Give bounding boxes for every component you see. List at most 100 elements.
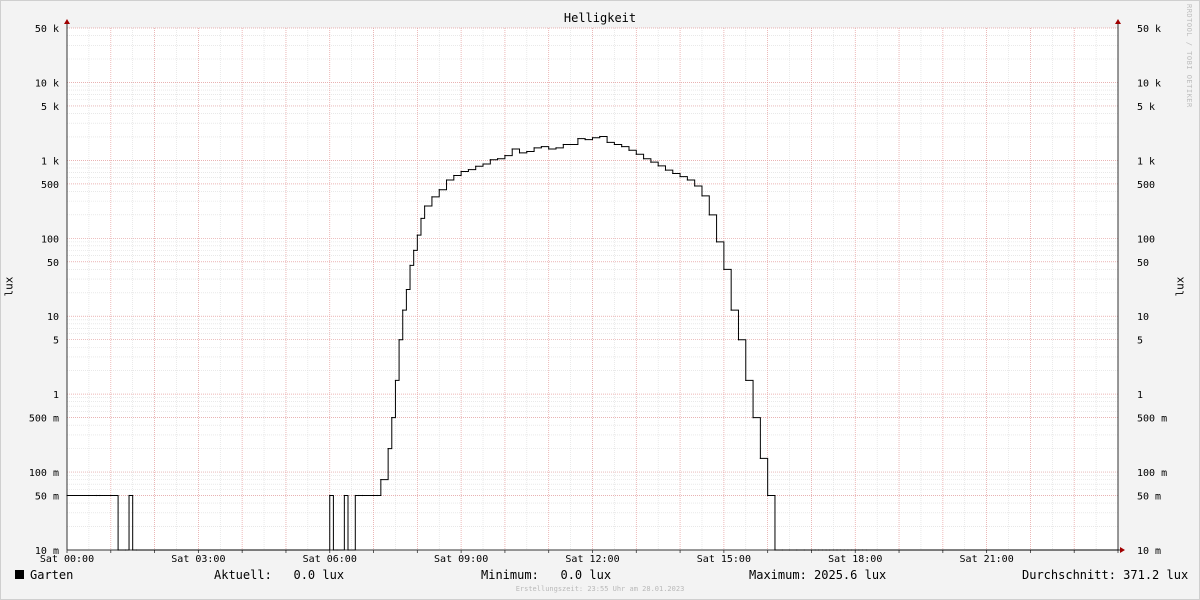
- data-point: [438, 189, 440, 191]
- data-point: [475, 165, 477, 167]
- data-point: [621, 146, 623, 148]
- x-tick-label: Sat 09:00: [434, 554, 488, 565]
- data-point: [380, 479, 382, 481]
- data-point: [591, 137, 594, 139]
- data-point: [511, 148, 513, 150]
- data-point: [398, 339, 400, 341]
- y-tick-label-right: 10: [1137, 312, 1149, 323]
- y-tick-label-right: 50 m: [1137, 492, 1161, 503]
- data-point: [854, 549, 856, 551]
- data-point: [825, 549, 827, 551]
- data-point: [577, 138, 579, 140]
- data-point: [343, 494, 345, 497]
- data-point: [394, 379, 397, 382]
- data-point: [413, 249, 415, 251]
- legend-aktuell: Aktuell: 0.0 lux: [214, 568, 345, 582]
- data-point: [416, 234, 418, 236]
- data-point: [686, 179, 688, 181]
- data-point: [135, 549, 137, 551]
- data-point: [737, 339, 740, 341]
- y-axis-label-right: lux: [1173, 276, 1187, 297]
- y-tick-label-left: 500 m: [29, 414, 59, 425]
- y-tick-label-left: 1 k: [41, 156, 59, 167]
- data-point: [431, 196, 433, 198]
- x-tick-label: Sat 00:00: [40, 554, 94, 565]
- data-point: [803, 549, 805, 551]
- y-tick-label-right: 500 m: [1137, 414, 1167, 425]
- data-point: [95, 494, 97, 497]
- data-point: [796, 549, 798, 551]
- data-point: [391, 417, 393, 419]
- x-axis-arrow: [1120, 547, 1125, 553]
- data-point: [821, 549, 824, 551]
- y-tick-label-left: 100: [41, 234, 59, 245]
- data-point: [540, 146, 543, 148]
- legend-maximum: Maximum: 2025.6 lux: [749, 568, 887, 582]
- watermark: RRDTOOL / TOBI OETIKER: [1185, 4, 1193, 108]
- data-point: [376, 494, 378, 497]
- y-tick-label-left: 5 k: [41, 102, 59, 113]
- data-point: [548, 148, 550, 150]
- y-tick-label-right: 10 k: [1137, 78, 1161, 89]
- data-point: [606, 141, 608, 144]
- legend-series-name: Garten: [30, 568, 74, 582]
- data-point: [66, 494, 68, 497]
- data-point: [832, 549, 834, 551]
- data-point: [781, 549, 783, 551]
- data-point: [851, 549, 853, 551]
- data-point: [354, 494, 356, 497]
- data-point: [424, 205, 426, 207]
- y-tick-label-right: 5 k: [1137, 102, 1155, 113]
- x-tick-label: Sat 21:00: [960, 554, 1014, 565]
- data-point: [861, 549, 864, 551]
- data-point: [460, 170, 462, 173]
- data-point: [117, 549, 119, 551]
- data-point: [526, 150, 528, 153]
- data-point: [847, 549, 849, 551]
- y-tick-label-right: 50: [1137, 258, 1149, 269]
- x-tick-label: Sat 18:00: [828, 554, 882, 565]
- data-point: [358, 494, 360, 497]
- data-point: [694, 185, 696, 187]
- data-point: [730, 309, 732, 311]
- data-point: [329, 494, 331, 497]
- y-tick-label-right: 5: [1137, 336, 1143, 347]
- data-point: [361, 494, 364, 497]
- y-tick-label-left: 50 k: [35, 24, 59, 35]
- data-point: [124, 549, 126, 551]
- x-tick-labels: Sat 00:00 Sat 03:00 Sat 06:00 Sat 09:00 Sat …: [40, 554, 1014, 565]
- y-tick-label-right: 100: [1137, 234, 1155, 245]
- y-tick-label-left: 50 m: [35, 492, 59, 503]
- data-point: [664, 169, 667, 171]
- data-point: [405, 288, 407, 291]
- data-point: [650, 161, 652, 163]
- data-point: [635, 153, 637, 155]
- data-point: [788, 549, 791, 551]
- data-point: [555, 147, 557, 149]
- data-point: [672, 172, 674, 175]
- data-point: [453, 174, 455, 177]
- y-tick-label-right: 100 m: [1137, 468, 1167, 479]
- chart-canvas: 50 k 10 k 5 k 1 k 500 100 50 10 5 1 500 m 100 m 50 m…: [29, 19, 1167, 565]
- data-point: [489, 159, 491, 161]
- data-point: [745, 379, 747, 382]
- y-tick-labels-left: 50 k 10 k 5 k 1 k 500 100 50 10 5 1 500 m 100 m 50 m…: [29, 24, 59, 557]
- data-point: [504, 155, 506, 157]
- data-point: [482, 163, 484, 165]
- data-point: [767, 494, 769, 497]
- data-point: [843, 549, 845, 551]
- data-point: [723, 268, 725, 270]
- y-tick-label-left: 10: [47, 312, 59, 323]
- data-point: [642, 158, 645, 160]
- data-point: [497, 158, 499, 160]
- data-point: [774, 549, 776, 551]
- creation-time-footer: Erstellungszeit: 23:55 Uhr am 28.01.2023: [515, 585, 685, 593]
- data-point: [752, 417, 754, 419]
- data-point: [99, 494, 101, 497]
- y-axis-label-left: lux: [2, 276, 16, 297]
- data-point: [562, 143, 564, 146]
- data-point: [701, 195, 703, 197]
- data-point: [467, 169, 470, 171]
- data-point: [518, 152, 521, 154]
- y-tick-label-right: 500: [1137, 180, 1155, 191]
